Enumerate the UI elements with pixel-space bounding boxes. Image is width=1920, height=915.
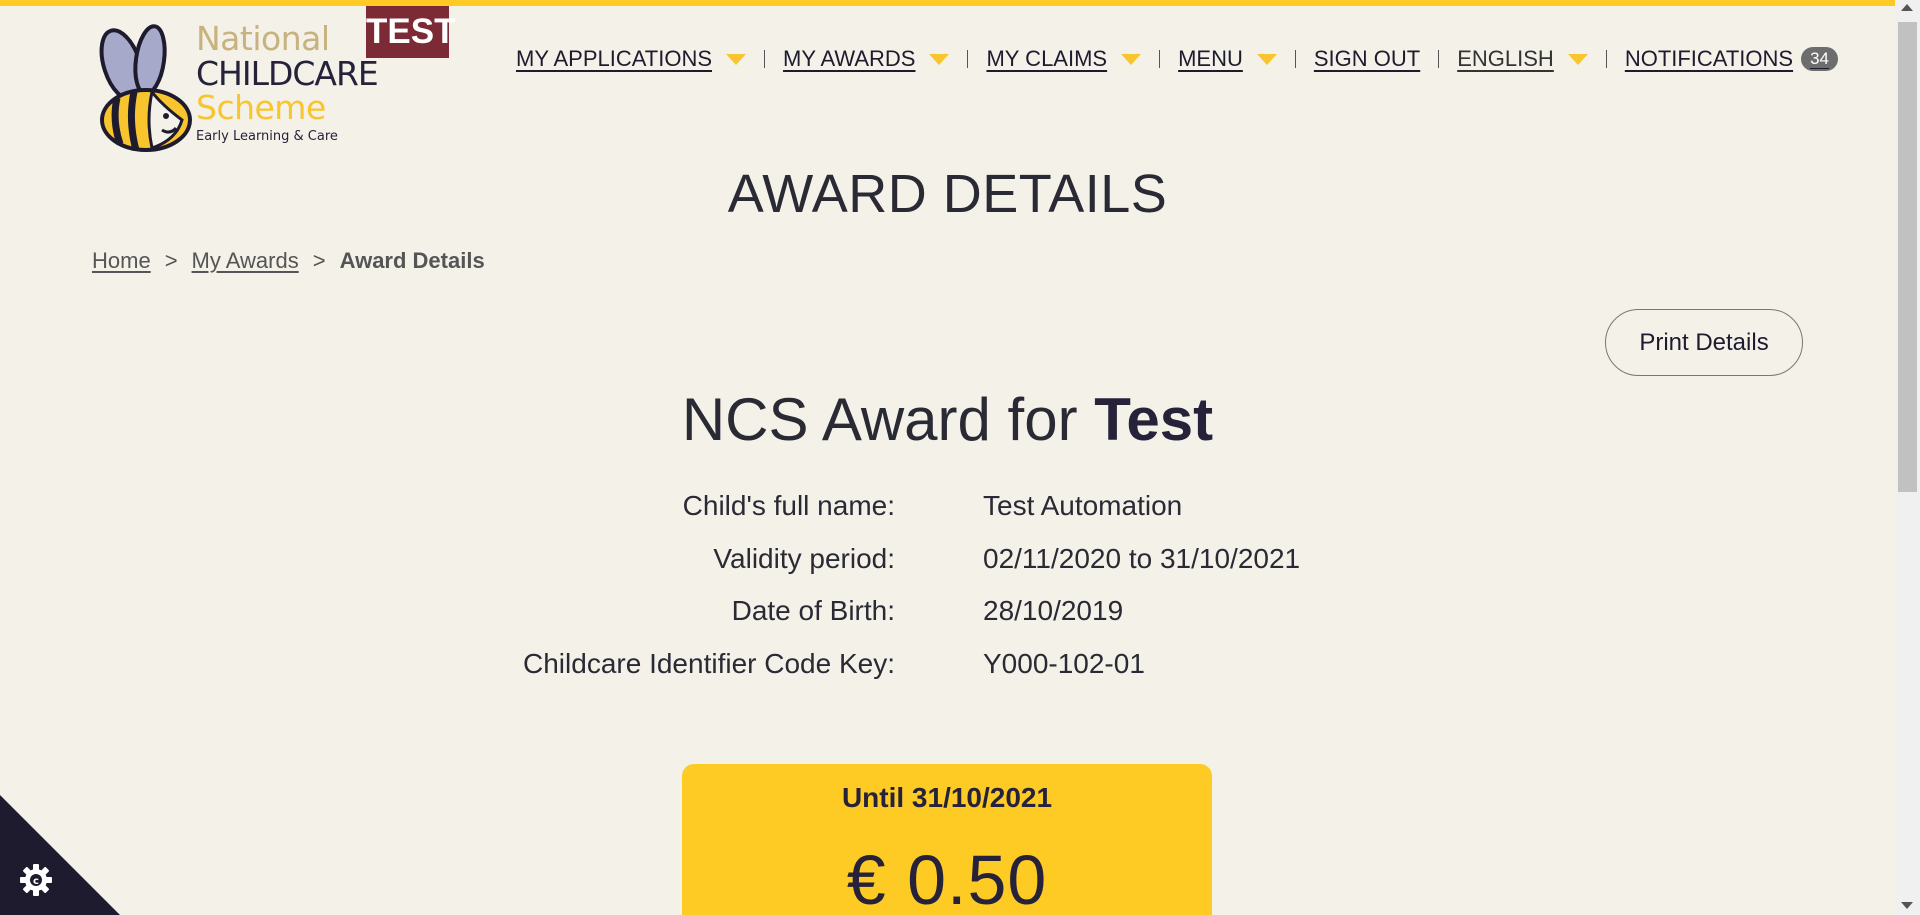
notifications-count-badge: 34 xyxy=(1801,47,1838,71)
breadcrumb-my-awards[interactable]: My Awards xyxy=(192,248,299,274)
award-amount-card: Until 31/10/2021 € 0.50 xyxy=(682,764,1212,915)
nav-notifications[interactable]: NOTIFICATIONS 34 xyxy=(1625,46,1838,72)
breadcrumb-separator: > xyxy=(312,248,326,273)
nav-menu[interactable]: MENU xyxy=(1178,46,1277,72)
environment-badge: TEST xyxy=(366,6,455,58)
caret-down-icon xyxy=(1256,53,1277,65)
detail-value: Y000-102-01 xyxy=(983,647,1145,679)
detail-row: Childcare Identifier Code Key: Y000-102-… xyxy=(0,648,1895,701)
bee-logo-icon xyxy=(99,24,192,152)
nav-label: MY APPLICATIONS xyxy=(516,46,713,71)
detail-row: Date of Birth: 28/10/2019 xyxy=(0,595,1895,648)
breadcrumb-separator: > xyxy=(164,248,178,273)
nav-language-english[interactable]: ENGLISH xyxy=(1457,46,1588,72)
breadcrumb: Home > My Awards > Award Details xyxy=(92,248,485,274)
detail-value: 28/10/2019 xyxy=(983,595,1124,626)
nav-label: MENU xyxy=(1178,46,1243,71)
detail-row: Validity period: 02/11/2020 to 31/10/202… xyxy=(0,543,1895,596)
detail-label: Date of Birth: xyxy=(731,595,895,626)
nav-my-claims[interactable]: MY CLAIMS xyxy=(986,46,1142,72)
nav-label: MY AWARDS xyxy=(783,46,916,71)
caret-down-icon xyxy=(1121,53,1142,65)
nav-my-applications[interactable]: MY APPLICATIONS xyxy=(516,46,747,72)
detail-label: Childcare Identifier Code Key: xyxy=(523,647,895,679)
award-heading-name: Test xyxy=(1094,386,1214,453)
detail-row: Child's full name: Test Automation xyxy=(0,490,1895,543)
top-accent-bar xyxy=(0,0,1920,6)
cookie-settings-gear-icon[interactable]: c xyxy=(18,862,54,898)
award-heading: NCS Award for Test xyxy=(0,385,1895,454)
logo-wordmark: National CHILDCARE Scheme Early Learning… xyxy=(196,19,379,144)
award-heading-prefix: NCS Award for xyxy=(681,386,1078,453)
svg-text:c: c xyxy=(33,876,39,887)
caret-down-icon xyxy=(726,53,747,65)
amount-card-until: Until 31/10/2021 xyxy=(841,782,1053,813)
scroll-up-arrow-icon[interactable] xyxy=(1901,4,1913,11)
logo-line-childcare: CHILDCARE xyxy=(196,54,379,93)
detail-value: Test Automation xyxy=(983,490,1183,521)
nav-sign-out[interactable]: SIGN OUT xyxy=(1314,46,1420,72)
nav-label: NOTIFICATIONS xyxy=(1624,46,1794,71)
amount-card-value: € 0.50 xyxy=(846,841,1048,915)
nav-separator xyxy=(967,50,969,68)
detail-value: 02/11/2020 to 31/10/2021 xyxy=(983,542,1301,574)
scrollbar-thumb[interactable] xyxy=(1898,22,1917,492)
logo-line-national: National xyxy=(196,19,330,58)
page-title: AWARD DETAILS xyxy=(727,164,1168,224)
ncs-logo[interactable]: National CHILDCARE Scheme Early Learning… xyxy=(92,20,379,155)
nav-separator xyxy=(1294,50,1296,68)
nav-separator xyxy=(764,50,766,68)
award-details-list: Child's full name: Test Automation Valid… xyxy=(0,490,1895,700)
detail-label: Child's full name: xyxy=(682,490,895,521)
print-details-button[interactable]: Print Details xyxy=(1605,309,1803,376)
nav-label: ENGLISH xyxy=(1457,46,1554,71)
nav-my-awards[interactable]: MY AWARDS xyxy=(783,46,950,72)
scroll-down-arrow-icon[interactable] xyxy=(1901,902,1913,909)
main-nav: MY APPLICATIONS MY AWARDS MY CLAIMS MENU… xyxy=(516,44,1838,74)
caret-down-icon xyxy=(1567,53,1588,65)
nav-separator xyxy=(1438,50,1440,68)
breadcrumb-current: Award Details xyxy=(339,248,485,273)
detail-label: Validity period: xyxy=(713,542,895,574)
caret-down-icon xyxy=(929,53,950,65)
nav-separator xyxy=(1159,50,1161,68)
nav-label: MY CLAIMS xyxy=(986,46,1108,71)
logo-line-scheme: Scheme xyxy=(196,88,326,127)
breadcrumb-home[interactable]: Home xyxy=(92,248,151,274)
nav-separator xyxy=(1605,50,1607,68)
nav-label: SIGN OUT xyxy=(1313,46,1421,71)
logo-tagline: Early Learning & Care xyxy=(196,129,338,144)
